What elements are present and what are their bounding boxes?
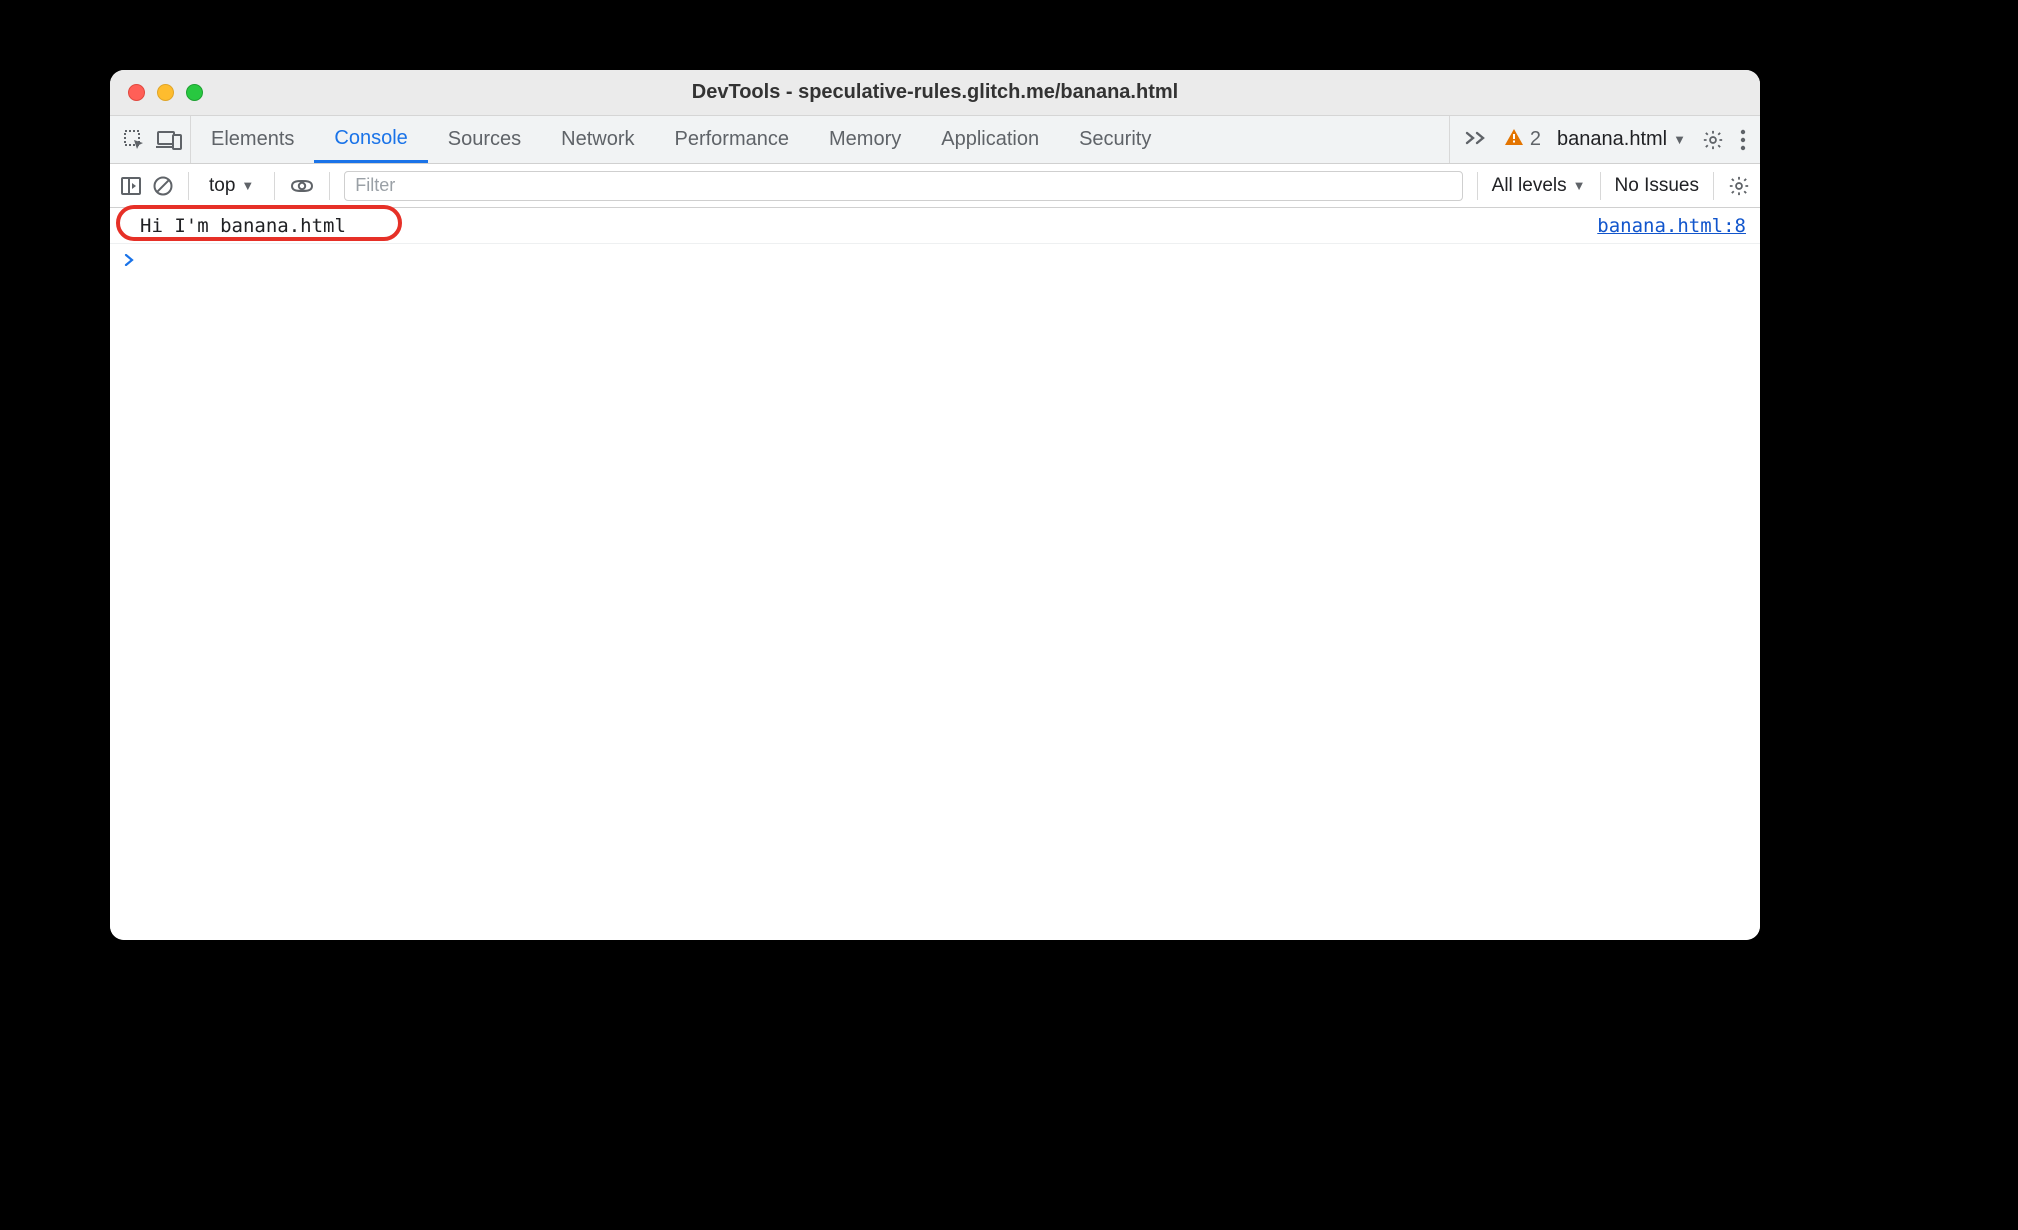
- warning-icon: [1504, 128, 1524, 152]
- toolbar-separator: [188, 172, 189, 200]
- console-output: Hi I'm banana.html banana.html:8: [110, 208, 1760, 940]
- filter-input[interactable]: [344, 171, 1462, 201]
- issues-label: No Issues: [1615, 175, 1699, 196]
- toggle-sidebar-icon[interactable]: [120, 176, 142, 196]
- tab-label: Security: [1079, 128, 1151, 151]
- window-title: DevTools - speculative-rules.glitch.me/b…: [110, 81, 1760, 104]
- tab-performance[interactable]: Performance: [655, 116, 810, 163]
- tab-console[interactable]: Console: [314, 116, 427, 163]
- execution-context-label: top: [209, 175, 235, 197]
- console-settings-icon[interactable]: [1728, 175, 1750, 197]
- console-toolbar: top ▼ All levels ▼ No Issues: [110, 164, 1760, 208]
- tabstrip-right-tools: 2 banana.html ▼: [1449, 116, 1760, 163]
- settings-icon[interactable]: [1702, 129, 1724, 151]
- inspect-element-icon[interactable]: [122, 128, 146, 152]
- close-window-button[interactable]: [128, 84, 145, 101]
- devtools-window: DevTools - speculative-rules.glitch.me/b…: [110, 70, 1760, 940]
- chevron-down-icon: ▼: [1573, 178, 1586, 193]
- toolbar-separator: [329, 172, 330, 200]
- zoom-window-button[interactable]: [186, 84, 203, 101]
- tab-security[interactable]: Security: [1059, 116, 1171, 163]
- device-toolbar-icon[interactable]: [156, 129, 182, 151]
- tab-application[interactable]: Application: [921, 116, 1059, 163]
- tab-label: Elements: [211, 128, 294, 151]
- more-tabs-icon[interactable]: [1464, 127, 1488, 153]
- titlebar: DevTools - speculative-rules.glitch.me/b…: [110, 70, 1760, 116]
- tab-network[interactable]: Network: [541, 116, 654, 163]
- tab-label: Performance: [675, 128, 790, 151]
- kebab-menu-icon[interactable]: [1740, 129, 1746, 151]
- live-expression-icon[interactable]: [289, 177, 315, 195]
- toolbar-separator: [274, 172, 275, 200]
- tab-memory[interactable]: Memory: [809, 116, 921, 163]
- log-levels-selector[interactable]: All levels ▼: [1492, 175, 1586, 197]
- log-levels-label: All levels: [1492, 175, 1567, 197]
- toolbar-separator: [1477, 172, 1478, 200]
- tab-label: Console: [334, 127, 407, 150]
- toolbar-separator: [1600, 172, 1601, 200]
- inspected-page-selector[interactable]: banana.html ▼: [1557, 128, 1686, 151]
- tabstrip: Elements Console Sources Network Perform…: [110, 116, 1760, 164]
- tabstrip-left-tools: [110, 116, 191, 163]
- console-prompt[interactable]: [110, 244, 1760, 278]
- tab-elements[interactable]: Elements: [191, 116, 314, 163]
- tab-label: Application: [941, 128, 1039, 151]
- tab-sources[interactable]: Sources: [428, 116, 541, 163]
- minimize-window-button[interactable]: [157, 84, 174, 101]
- console-log-message: Hi I'm banana.html: [140, 215, 346, 237]
- console-log-source-link[interactable]: banana.html:8: [1597, 215, 1746, 237]
- prompt-caret-icon: [124, 251, 134, 271]
- inspected-page-name: banana.html: [1557, 128, 1667, 151]
- chevron-down-icon: ▼: [1673, 132, 1686, 147]
- tab-label: Network: [561, 128, 634, 151]
- panel-tabs: Elements Console Sources Network Perform…: [191, 116, 1449, 163]
- tab-label: Sources: [448, 128, 521, 151]
- window-controls: [110, 84, 203, 101]
- warnings-badge[interactable]: 2: [1504, 128, 1541, 152]
- chevron-down-icon: ▼: [241, 178, 254, 193]
- issues-button[interactable]: No Issues: [1615, 175, 1699, 197]
- toolbar-separator: [1713, 172, 1714, 200]
- warning-count: 2: [1530, 128, 1541, 151]
- tab-label: Memory: [829, 128, 901, 151]
- console-log-row[interactable]: Hi I'm banana.html banana.html:8: [110, 208, 1760, 244]
- execution-context-selector[interactable]: top ▼: [203, 175, 260, 197]
- clear-console-icon[interactable]: [152, 175, 174, 197]
